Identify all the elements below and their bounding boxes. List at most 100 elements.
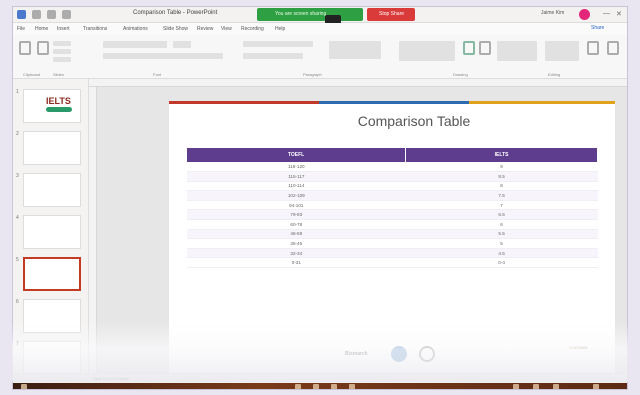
group-slides: Slides (53, 72, 64, 77)
ribbon: Clipboard Slides Font Paragraph Drawing … (13, 35, 627, 95)
undo-icon[interactable] (47, 10, 56, 19)
footer-logos: Bismarck CUCHIMA (169, 343, 615, 369)
text-direction-options[interactable] (329, 41, 381, 59)
slide[interactable]: Comparison Table TOEFL IELTS 118-120 9 11… (169, 101, 615, 377)
editing-options[interactable] (545, 41, 579, 61)
ielts-logo: IELTS (46, 96, 71, 106)
slide-thumbnails-pane: 1 IELTS 2 3 4 5 6 7 (13, 79, 89, 375)
shapes-gallery[interactable] (399, 41, 455, 61)
tab-file[interactable]: File (17, 26, 25, 32)
toefl-cell: 102-109 (187, 190, 406, 201)
paste-icon[interactable] (19, 41, 31, 55)
ielts-logo-bar (46, 107, 72, 112)
slide-thumbnail-4[interactable] (23, 215, 81, 249)
ielts-cell: 6 (405, 219, 598, 230)
tab-review[interactable]: Review (197, 26, 213, 32)
table-row: 102-109 7.5 (187, 190, 598, 201)
arrange-icon[interactable] (463, 41, 475, 55)
tab-transitions[interactable]: Transitions (83, 26, 107, 32)
toefl-cell: 46-59 (187, 229, 406, 240)
column-header-toefl: TOEFL (187, 148, 407, 162)
table-row: 94-101 7 (187, 200, 598, 211)
tray-icon[interactable] (533, 384, 539, 389)
toefl-cell: 94-101 (187, 200, 406, 211)
table-row: 110-114 8 (187, 181, 598, 192)
taskbar-app-icon[interactable] (295, 384, 301, 389)
slide-thumbnail-6[interactable] (23, 299, 81, 333)
new-slide-icon[interactable] (37, 41, 49, 55)
tray-icon[interactable] (553, 384, 559, 389)
toefl-cell: 60-78 (187, 219, 406, 230)
stop-share-button[interactable]: Stop Share (367, 8, 415, 21)
tab-view[interactable]: View (221, 26, 232, 32)
taskbar-app-icon[interactable] (313, 384, 319, 389)
group-clipboard: Clipboard (23, 72, 41, 77)
menu-bar: File Home Insert Transitions Animations … (13, 23, 627, 35)
table-row: 79-93 6.5 (187, 209, 598, 221)
save-icon[interactable] (32, 10, 41, 19)
redo-icon[interactable] (62, 10, 71, 19)
bismarck-logo: Bismarck (345, 351, 368, 357)
font-name-field[interactable] (103, 41, 167, 48)
ielts-cell: 5 (405, 238, 598, 249)
accent-bar-red (169, 101, 319, 104)
quick-styles-icon[interactable] (479, 41, 491, 55)
tab-recording[interactable]: Recording (241, 26, 264, 32)
shape-format-options[interactable] (497, 41, 537, 61)
ielts-cell: 7 (405, 200, 598, 211)
group-paragraph: Paragraph (303, 72, 322, 77)
table-row: 60-78 6 (187, 219, 598, 230)
share-button[interactable]: Share (591, 25, 604, 31)
table-row: 46-59 5.5 (187, 229, 598, 240)
slide-thumbnail-5[interactable] (23, 257, 81, 291)
seal-logo (391, 346, 407, 362)
avatar[interactable] (579, 9, 590, 20)
taskbar-app-icon[interactable] (331, 384, 337, 389)
thumb-number: 2 (16, 131, 19, 137)
thumb-number: 6 (16, 299, 19, 305)
stop-share-label: Stop Share (379, 11, 405, 17)
ielts-cell: 8.5 (405, 171, 598, 182)
tab-home[interactable]: Home (35, 26, 48, 32)
tab-insert[interactable]: Insert (57, 26, 70, 32)
ielts-cell: 4.5 (405, 248, 598, 259)
ielts-cell: 7.5 (405, 190, 598, 201)
screen-share-label: You are screen sharing (275, 11, 327, 17)
tray-icon[interactable] (513, 384, 519, 389)
slide-thumbnail-3[interactable] (23, 173, 81, 207)
powerpoint-icon (17, 10, 26, 19)
slide-thumbnail-7[interactable] (23, 341, 81, 375)
font-format-buttons[interactable] (103, 53, 223, 59)
thumb-number: 5 (16, 257, 19, 263)
user-name[interactable]: Jaime Kim (541, 10, 564, 16)
ielts-cell: 9 (405, 162, 598, 173)
designer-icon[interactable] (607, 41, 619, 55)
toefl-cell: 115-117 (187, 171, 406, 182)
clock-icon[interactable] (593, 384, 599, 389)
minimize-icon[interactable]: — (603, 10, 610, 17)
thumb-number: 4 (16, 215, 19, 221)
document-title: Comparison Table - PowerPoint (133, 10, 218, 16)
toefl-cell: 79-93 (187, 209, 406, 221)
taskbar-app-icon[interactable] (349, 384, 355, 389)
font-size-field[interactable] (173, 41, 191, 48)
comparison-table[interactable]: TOEFL IELTS 118-120 9 115-117 8.5 110-114 8… (187, 148, 598, 269)
tab-help[interactable]: Help (275, 26, 285, 32)
dictate-icon[interactable] (587, 41, 599, 55)
slide-thumbnail-1[interactable]: IELTS (23, 89, 81, 123)
screen-share-indicator[interactable]: You are screen sharing (257, 8, 363, 21)
tab-slide-show[interactable]: Slide Show (163, 26, 188, 32)
toefl-cell: 0-31 (187, 257, 406, 269)
table-row: 118-120 9 (187, 162, 598, 173)
slide-thumbnail-2[interactable] (23, 131, 81, 165)
thumb-number: 7 (16, 341, 19, 347)
start-icon[interactable] (21, 384, 27, 389)
table-row: 0-31 0-4 (187, 257, 598, 269)
table-row: 35-45 5 (187, 238, 598, 249)
tab-animations[interactable]: Animations (123, 26, 148, 32)
close-icon[interactable]: ✕ (616, 10, 622, 18)
accent-bar-blue (319, 101, 469, 104)
paragraph-buttons[interactable] (243, 41, 313, 47)
slide-title[interactable]: Comparison Table (169, 113, 615, 129)
emblem-logo (419, 346, 435, 362)
